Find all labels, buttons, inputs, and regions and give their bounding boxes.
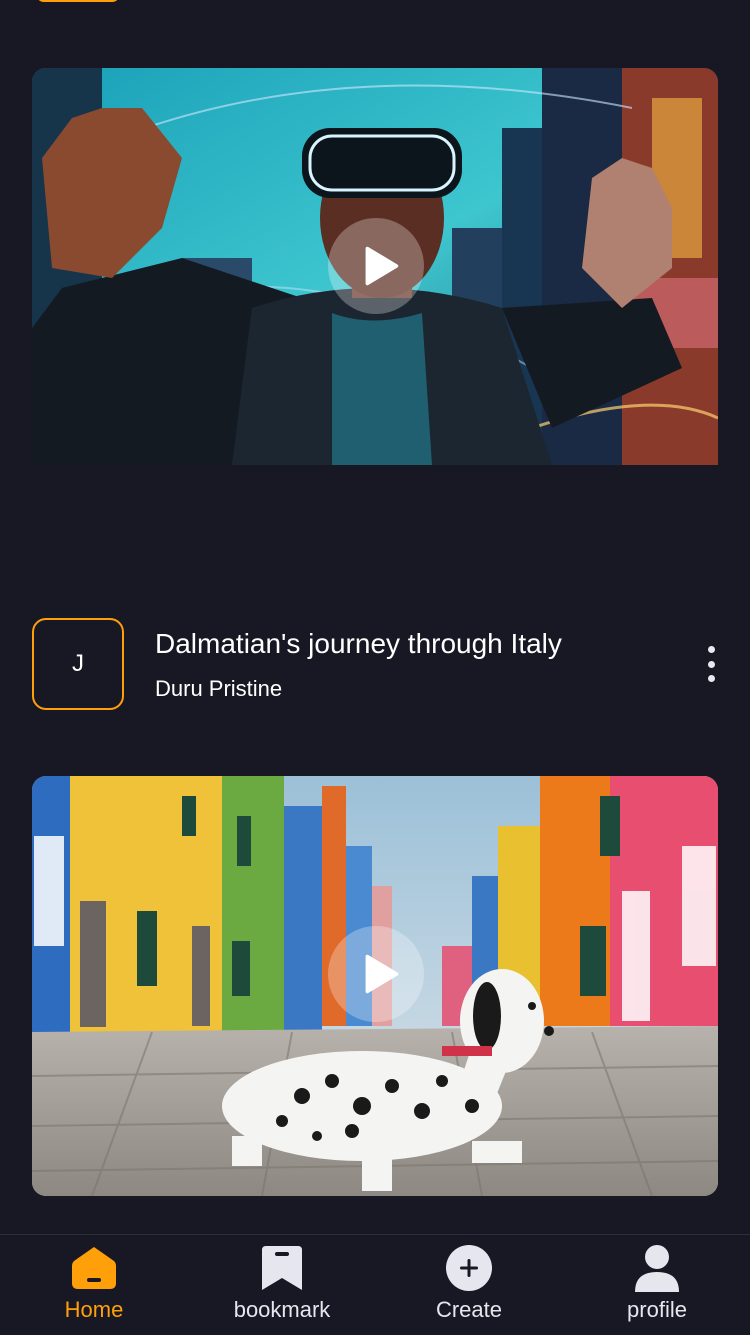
post-header: J Dalmatian's journey through Italy Duru…	[32, 618, 718, 710]
play-icon	[365, 954, 399, 994]
video-thumbnail[interactable]	[32, 68, 718, 465]
post-title[interactable]: Dalmatian's journey through Italy	[155, 628, 562, 660]
avatar[interactable]: J	[32, 618, 124, 710]
nav-label-bookmark: bookmark	[233, 1297, 331, 1322]
more-vertical-icon	[707, 646, 715, 653]
video-thumbnail[interactable]	[32, 776, 718, 1196]
play-icon	[365, 246, 399, 286]
nav-item-create[interactable]: Create	[394, 1243, 544, 1331]
home-icon	[69, 1243, 119, 1293]
nav-item-home[interactable]: Home	[19, 1243, 169, 1331]
play-button[interactable]	[328, 926, 424, 1022]
play-button[interactable]	[328, 218, 424, 314]
previous-post-stub	[36, 0, 120, 2]
bottom-navigation: Home bookmark Create profile	[0, 1234, 750, 1335]
profile-icon	[632, 1243, 682, 1293]
bookmark-icon	[257, 1243, 307, 1293]
post-author[interactable]: Duru Pristine	[155, 676, 282, 702]
more-options-button[interactable]	[704, 646, 718, 682]
nav-label-profile: profile	[627, 1297, 687, 1322]
plus-circle-icon	[444, 1243, 494, 1293]
nav-label-home: Home	[64, 1297, 124, 1322]
nav-item-bookmark[interactable]: bookmark	[207, 1243, 357, 1331]
nav-item-profile[interactable]: profile	[582, 1243, 732, 1331]
nav-label-create: Create	[435, 1297, 503, 1322]
